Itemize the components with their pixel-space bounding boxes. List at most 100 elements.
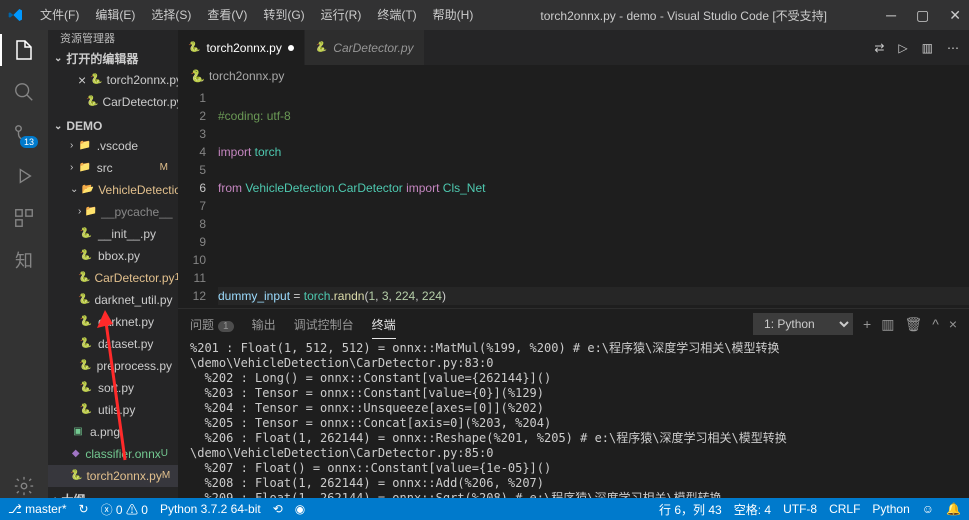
- close-button[interactable]: ✕: [949, 7, 961, 24]
- file-preprocess[interactable]: 🐍preprocess.py: [48, 355, 178, 377]
- tab-torch2onnx[interactable]: 🐍 torch2onnx.py: [178, 30, 305, 65]
- menu-terminal[interactable]: 终端(T): [369, 0, 424, 30]
- python-file-icon: 🐍: [78, 224, 94, 244]
- python-file-icon: 🐍: [78, 400, 94, 420]
- tab-cardetector[interactable]: 🐍 CarDetector.py: [305, 30, 425, 65]
- split-terminal-icon[interactable]: ▥: [881, 316, 894, 333]
- menu-run[interactable]: 运行(R): [313, 0, 370, 30]
- file-bbox[interactable]: 🐍bbox.py: [48, 245, 178, 267]
- python-file-icon: 🐍: [78, 334, 94, 354]
- activity-zhi-icon[interactable]: 知: [12, 248, 36, 272]
- file-darknet-util[interactable]: 🐍darknet_util.py: [48, 289, 178, 311]
- file-utils[interactable]: 🐍utils.py: [48, 399, 178, 421]
- minimize-button[interactable]: ─: [886, 7, 896, 24]
- compare-icon[interactable]: ⇄: [874, 41, 884, 55]
- activity-settings-icon[interactable]: [12, 474, 36, 498]
- activity-debug-icon[interactable]: [12, 164, 36, 188]
- scm-badge: 13: [20, 136, 38, 148]
- python-file-icon: 🐍: [86, 92, 98, 112]
- python-file-icon: 🐍: [78, 312, 94, 332]
- more-icon[interactable]: ⋯: [947, 41, 959, 55]
- status-ln-col[interactable]: 行 6，列 43: [659, 501, 722, 518]
- file-apng[interactable]: ▣a.png: [48, 421, 178, 443]
- file-cardetector[interactable]: 🐍CarDetector.py1, M: [48, 267, 178, 289]
- folder-pycache[interactable]: › 📁__pycache__: [48, 201, 178, 223]
- activity-explorer-icon[interactable]: [12, 38, 36, 62]
- python-file-icon: 🐍: [190, 69, 205, 83]
- activity-scm-icon[interactable]: 13: [12, 122, 36, 146]
- file-torch2onnx[interactable]: 🐍torch2onnx.pyM: [48, 465, 178, 487]
- status-eol[interactable]: CRLF: [829, 502, 860, 516]
- maximize-panel-icon[interactable]: ^: [932, 316, 939, 332]
- open-editor-torch2onnx[interactable]: × 🐍 torch2onnx.py M: [48, 69, 178, 91]
- folder-icon: 📁: [85, 202, 97, 222]
- window-title: torch2onnx.py - demo - Visual Studio Cod…: [481, 7, 886, 24]
- menu-edit[interactable]: 编辑(E): [87, 0, 143, 30]
- status-problems[interactable]: ⓧ 0 ⚠ 0: [101, 501, 148, 518]
- python-file-icon: 🐍: [78, 290, 90, 310]
- status-bar: ⎇ master* ↻ ⓧ 0 ⚠ 0 Python 3.7.2 64-bit …: [0, 498, 969, 520]
- file-classifier-onnx[interactable]: ◆classifier.onnxU: [48, 443, 178, 465]
- activity-extensions-icon[interactable]: [12, 206, 36, 230]
- close-panel-icon[interactable]: ×: [949, 316, 957, 332]
- folder-src[interactable]: › 📁srcM: [48, 157, 178, 179]
- file-init[interactable]: 🐍__init__.py: [48, 223, 178, 245]
- file-darknet[interactable]: 🐍darknet.py: [48, 311, 178, 333]
- python-file-icon: 🐍: [78, 378, 94, 398]
- folder-open-icon: 📂: [82, 180, 94, 200]
- folder-vehicledetection[interactable]: ⌄ 📂VehicleDetection: [48, 179, 178, 201]
- breadcrumb[interactable]: 🐍 torch2onnx.py: [178, 65, 969, 87]
- status-share[interactable]: ⟲: [273, 502, 283, 516]
- terminal-output[interactable]: %201 : Float(1, 512, 512) = onnx::MatMul…: [178, 339, 969, 498]
- menu-select[interactable]: 选择(S): [143, 0, 199, 30]
- panel-tab-problems[interactable]: 问题1: [190, 316, 234, 333]
- status-lang[interactable]: Python: [872, 502, 909, 516]
- close-icon[interactable]: ×: [78, 70, 86, 90]
- sidebar-title: 资源管理器: [48, 30, 178, 46]
- vscode-logo-icon: [8, 7, 24, 23]
- kill-terminal-icon[interactable]: 🗑: [904, 316, 922, 333]
- terminal-selector[interactable]: 1: Python: [753, 313, 853, 335]
- folder-icon: 📁: [77, 158, 93, 178]
- outline-section[interactable]: ›大纲: [48, 489, 178, 498]
- explorer-sidebar: 资源管理器 ⌄ 打开的编辑器 × 🐍 torch2onnx.py M 🐍 Car…: [48, 30, 178, 498]
- code-editor[interactable]: 123456789101112131415 #coding: utf-8 imp…: [178, 87, 969, 308]
- open-editors-section[interactable]: ⌄ 打开的编辑器: [48, 48, 178, 69]
- line-gutter: 123456789101112131415: [178, 87, 218, 308]
- panel-tab-output[interactable]: 输出: [252, 316, 276, 333]
- run-icon[interactable]: ▷: [898, 41, 907, 55]
- python-file-icon: 🐍: [90, 70, 102, 90]
- python-file-icon: 🐍: [78, 268, 90, 288]
- menu-help[interactable]: 帮助(H): [425, 0, 482, 30]
- status-spaces[interactable]: 空格: 4: [734, 501, 771, 518]
- code-content[interactable]: #coding: utf-8 import torch from Vehicle…: [218, 87, 969, 308]
- status-sync[interactable]: ↻: [79, 502, 89, 516]
- file-dataset[interactable]: 🐍dataset.py: [48, 333, 178, 355]
- panel-tab-debug[interactable]: 调试控制台: [294, 316, 354, 333]
- menu-bar: 文件(F) 编辑(E) 选择(S) 查看(V) 转到(G) 运行(R) 终端(T…: [32, 0, 481, 30]
- menu-file[interactable]: 文件(F): [32, 0, 87, 30]
- activity-search-icon[interactable]: [12, 80, 36, 104]
- folder-demo[interactable]: ⌄ DEMO: [48, 117, 178, 135]
- file-sort[interactable]: 🐍sort.py: [48, 377, 178, 399]
- menu-view[interactable]: 查看(V): [199, 0, 255, 30]
- status-bell-icon[interactable]: 🔔: [946, 502, 961, 516]
- status-feedback-icon[interactable]: ☺: [922, 502, 934, 516]
- menu-goto[interactable]: 转到(G): [255, 0, 312, 30]
- editor-tabs: 🐍 torch2onnx.py 🐍 CarDetector.py ⇄ ▷ ▥ ⋯: [178, 30, 969, 65]
- folder-vscode[interactable]: › 📁.vscode: [48, 135, 178, 157]
- maximize-button[interactable]: ▢: [916, 7, 929, 24]
- status-branch[interactable]: ⎇ master*: [8, 502, 67, 516]
- panel-tab-terminal[interactable]: 终端: [372, 316, 396, 333]
- new-terminal-icon[interactable]: +: [863, 316, 871, 332]
- status-radio[interactable]: ◉: [295, 502, 305, 516]
- activity-bar: 13 知: [0, 30, 48, 498]
- split-editor-icon[interactable]: ▥: [922, 41, 933, 55]
- status-encoding[interactable]: UTF-8: [783, 502, 817, 516]
- bottom-panel: 问题1 输出 调试控制台 终端 1: Python + ▥ 🗑 ^ × %201…: [178, 308, 969, 498]
- open-editor-cardetector[interactable]: 🐍 CarDetector.py Vehicl... 1, M: [48, 91, 178, 113]
- status-python[interactable]: Python 3.7.2 64-bit: [160, 502, 261, 516]
- folder-icon: 📁: [77, 136, 93, 156]
- dirty-dot-icon: [288, 45, 294, 51]
- chevron-down-icon: ⌄: [54, 53, 62, 64]
